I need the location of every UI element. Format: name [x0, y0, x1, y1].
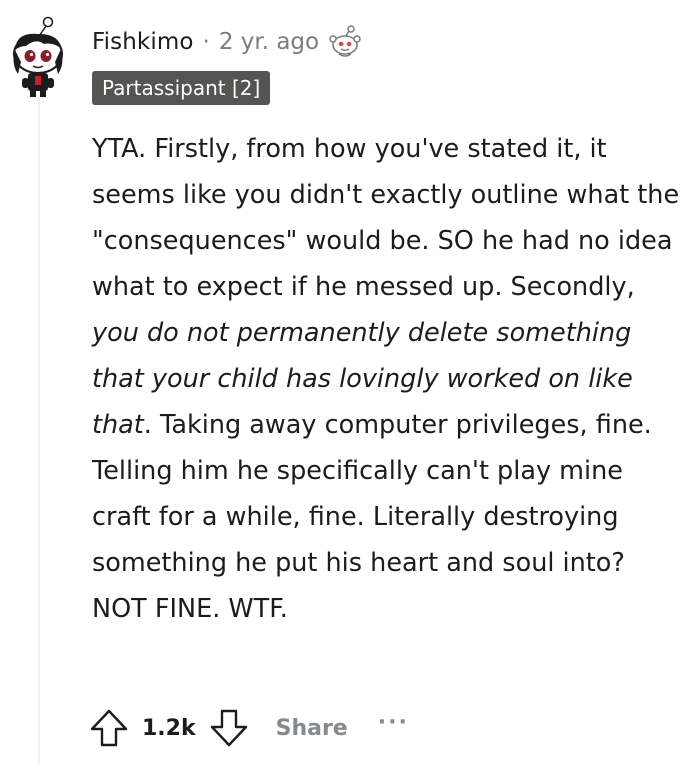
comment-header: Fishkimo · 2 yr. ago — [92, 24, 363, 60]
snoo-award-icon[interactable] — [327, 24, 363, 60]
thread-line[interactable] — [38, 98, 40, 764]
meta-separator: · — [202, 29, 210, 55]
comment-body-text-end: . Taking away computer privileges, fine.… — [92, 410, 652, 624]
vote-score: 1.2k — [142, 715, 196, 741]
avatar[interactable] — [6, 16, 70, 98]
username-link[interactable]: Fishkimo — [92, 29, 194, 55]
upvote-arrow-icon[interactable] — [88, 705, 130, 751]
comment-body: YTA. Firstly, from how you've stated it,… — [92, 126, 682, 632]
downvote-arrow-icon[interactable] — [208, 705, 250, 751]
share-button[interactable]: Share — [276, 716, 348, 741]
timestamp-link[interactable]: 2 yr. ago — [219, 29, 319, 55]
comment: Fishkimo · 2 yr. ago Partassipant [2] YT… — [0, 0, 700, 764]
more-options-icon[interactable]: ··· — [378, 710, 409, 735]
user-flair-badge: Partassipant [2] — [92, 71, 271, 105]
comment-body-text: YTA. Firstly, from how you've stated it,… — [92, 134, 680, 302]
comment-actions: 1.2k Share ··· — [88, 704, 409, 752]
